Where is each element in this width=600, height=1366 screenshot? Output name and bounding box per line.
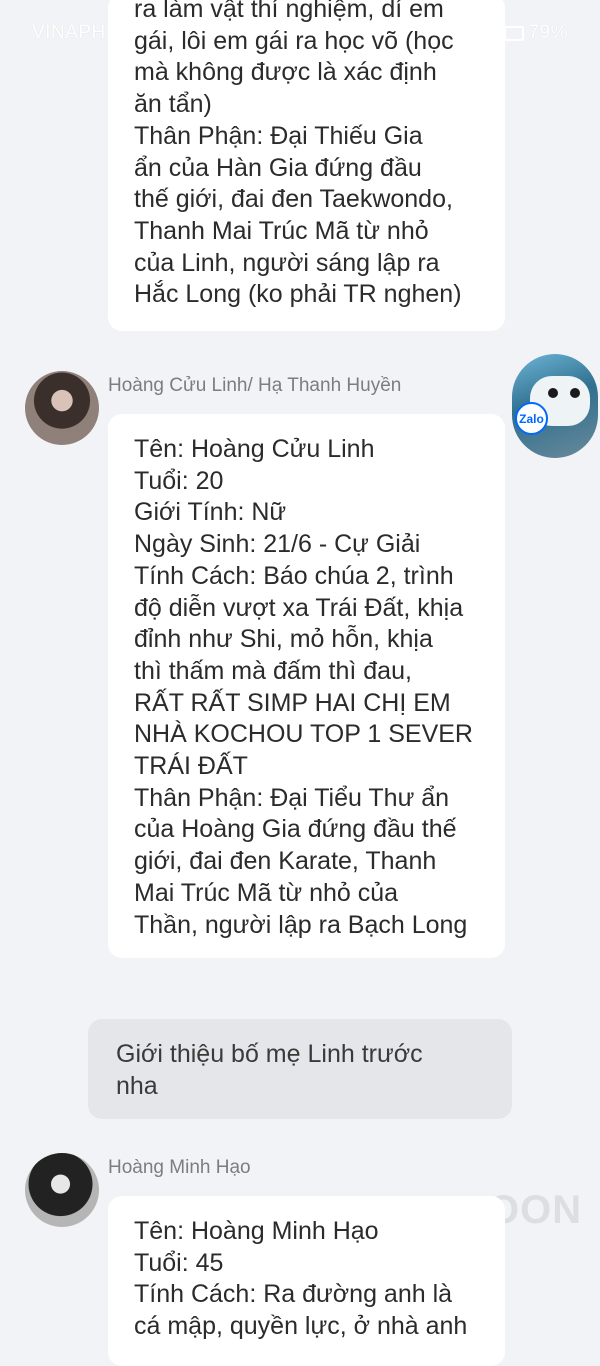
message-line: Tuổi: 20: [134, 466, 224, 495]
carrier-label: VINAPH: [32, 22, 106, 43]
zalo-logo-icon: Zalo: [515, 402, 548, 435]
message-line: của Linh, người sáng lập ra: [134, 248, 440, 277]
message-line: Thân Phận: Đại Tiểu Thư ẩn: [134, 783, 450, 812]
message-line: ăn tẩn): [134, 90, 212, 119]
message-bubble[interactable]: Tên: Hoàng Cửu Linh Tuổi: 20 Giới Tính: …: [108, 414, 505, 958]
sender-avatar[interactable]: [25, 371, 99, 445]
avatar-eye: [548, 388, 558, 398]
message-line: Tính Cách: Ra đường anh là: [134, 1280, 453, 1309]
message-line: Ngày Sinh: 21/6 - Cự Giải: [134, 530, 421, 559]
avatar-eye: [570, 388, 580, 398]
message-line: Tên: Hoàng Cửu Linh: [134, 435, 375, 463]
sender-avatar[interactable]: [25, 1153, 99, 1227]
battery-icon: [504, 25, 525, 41]
floating-chat-head[interactable]: Zalo: [512, 354, 598, 458]
status-bar: VINAPH 79%: [32, 22, 568, 50]
sender-name: Hoàng Cửu Linh/ Hạ Thanh Huyền: [108, 375, 402, 396]
message-line: ẩn của Hàn Gia đứng đầu: [134, 153, 422, 182]
message-text: Tên: Hoàng Cửu Linh Tuổi: 20 Giới Tính: …: [134, 434, 473, 941]
message-line: Hắc Long (ko phải TR nghen): [134, 280, 462, 309]
sent-message-bubble[interactable]: Giới thiệu bố mẹ Linh trước nha: [88, 1019, 512, 1119]
message-line: RẤT RẤT SIMP HAI CHỊ EM: [134, 688, 451, 717]
message-line: Tuổi: 45: [134, 1248, 224, 1277]
message-line: thì thấm mà đấm thì đau,: [134, 656, 412, 685]
message-line: Giới thiệu bố mẹ Linh trước: [116, 1040, 423, 1068]
message-line: Tính Cách: Báo chúa 2, trình: [134, 561, 454, 590]
sender-name: Hoàng Minh Hạo: [108, 1157, 251, 1178]
message-line: Mai Trúc Mã từ nhỏ của: [134, 878, 399, 907]
message-line: mà không được là xác định: [134, 58, 437, 87]
message-line: nha: [116, 1071, 158, 1100]
message-line: Tên: Hoàng Minh Hạo: [134, 1217, 379, 1245]
message-line: Giới Tính: Nữ: [134, 498, 287, 527]
battery-level: 79%: [528, 22, 568, 43]
message-line: Thân Phận: Đại Thiếu Gia: [134, 121, 423, 150]
message-line: độ diễn vượt xa Trái Đất, khịa: [134, 593, 464, 622]
message-line: cá mập, quyền lực, ở nhà anh: [134, 1312, 468, 1341]
message-line: Thần, người lập ra Bạch Long: [134, 910, 468, 939]
message-line: TRÁI ĐẤT: [134, 752, 248, 781]
battery-indicator: 79%: [504, 22, 568, 44]
message-line: thế giới, đai đen Taekwondo,: [134, 185, 453, 214]
message-line: của Hoàng Gia đứng đầu thế: [134, 815, 457, 844]
message-line: đỉnh như Shi, mỏ hỗn, khịa: [134, 625, 433, 654]
message-bubble[interactable]: Tên: Hoàng Minh Hạo Tuổi: 45 Tính Cách: …: [108, 1196, 505, 1366]
message-line: NHÀ KOCHOU TOP 1 SEVER: [134, 720, 473, 749]
message-line: Thanh Mai Trúc Mã từ nhỏ: [134, 216, 429, 245]
message-line: giới, đai đen Karate, Thanh: [134, 847, 437, 876]
message-text: Tên: Hoàng Minh Hạo Tuổi: 45 Tính Cách: …: [134, 1216, 467, 1343]
